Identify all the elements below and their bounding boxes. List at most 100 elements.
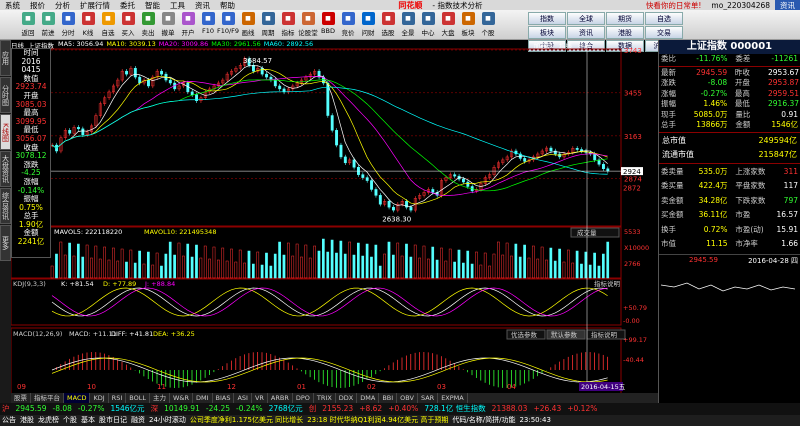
ticker-item-1[interactable]: 港股 xyxy=(20,415,34,426)
alert-link[interactable]: 快看你的日常单! xyxy=(641,0,707,11)
quote-value: 797 xyxy=(783,195,798,205)
news-tab[interactable]: 资讯 xyxy=(775,0,800,11)
toolbar-button-18[interactable]: ■ 选股 xyxy=(378,10,398,38)
nav-button-5[interactable]: 资讯 xyxy=(567,26,605,39)
menu-item-system[interactable]: 系统 xyxy=(0,0,25,11)
indicator-tab-12[interactable]: ARBR xyxy=(268,393,293,403)
left-tab-5[interactable]: 更多 xyxy=(0,225,11,261)
indicator-tab-15[interactable]: DDX xyxy=(336,393,358,403)
toolbar-button-20[interactable]: ■ 中心 xyxy=(418,10,438,38)
candle xyxy=(466,181,470,187)
volume-bar xyxy=(273,253,277,279)
toolbar-button-16[interactable]: ■ 竞价 xyxy=(338,10,358,38)
menu-item-help[interactable]: 帮助 xyxy=(215,0,240,11)
left-tab-1[interactable]: 分时图 xyxy=(0,77,11,113)
indicator-tab-14[interactable]: TRIX xyxy=(314,393,336,403)
indicator-tab-4[interactable]: RSI xyxy=(109,393,127,403)
toolbar-button-3[interactable]: ■ K线 xyxy=(78,10,98,38)
toolbar-button-8[interactable]: ■ 开户 xyxy=(178,10,198,38)
toolbar-button-7[interactable]: ■ 撤单 xyxy=(158,10,178,38)
nav-button-2[interactable]: 期货 xyxy=(606,12,644,25)
ticker-item-5[interactable]: 股市日记 xyxy=(99,415,127,426)
indicator-tab-11[interactable]: VR xyxy=(252,393,268,403)
left-tab-2[interactable]: K线图 xyxy=(0,114,11,150)
toolbar-button-19[interactable]: ■ 全景 xyxy=(398,10,418,38)
volume-bar xyxy=(567,249,570,279)
ticker-item-11[interactable]: 23:50:43 xyxy=(519,415,550,426)
indicator-tab-13[interactable]: DPO xyxy=(293,393,314,403)
toolbar-button-23[interactable]: ■ 个股 xyxy=(478,10,498,38)
x-tick-label: 04 xyxy=(507,383,516,391)
menu-item-analysis[interactable]: 分析 xyxy=(50,0,75,11)
toolbar-button-0[interactable]: ■ 返回 xyxy=(18,10,38,38)
candle xyxy=(523,158,527,162)
toolbar-button-label: 问财 xyxy=(361,29,375,37)
menu-item-order[interactable]: 委托 xyxy=(115,0,140,11)
indicator-tab-5[interactable]: BOLL xyxy=(126,393,150,403)
ticker-item-0[interactable]: 公告 xyxy=(2,415,16,426)
toolbar-button-14[interactable]: ■ 论股堂 xyxy=(298,10,318,38)
ticker-item-10[interactable]: 代码/名称/简拼/功能 xyxy=(452,415,515,426)
toolbar-button-22[interactable]: ■ 板块 xyxy=(458,10,478,38)
toolbar-button-6[interactable]: ■ 卖出 xyxy=(138,10,158,38)
toolbar-button-15[interactable]: ■ BBD xyxy=(318,10,338,38)
indicator-tab-20[interactable]: EXPMA xyxy=(438,393,468,403)
left-tab-4[interactable]: 综合资讯 xyxy=(0,188,11,224)
toolbar-button-5[interactable]: ■ 买入 xyxy=(118,10,138,38)
ticker-item-6[interactable]: 融资 xyxy=(131,415,145,426)
ticker-item-9[interactable]: 23:18 时代华纳Q1利润4.94亿美元 高于预期 xyxy=(307,415,448,426)
indicator-tab-1[interactable]: 指标平台 xyxy=(31,393,64,403)
volume-bar xyxy=(300,256,303,279)
volume-bar xyxy=(151,264,155,279)
toolbar-button-4[interactable]: ■ 自选 xyxy=(98,10,118,38)
ticker-item-7[interactable]: 24小时滚动 xyxy=(149,415,186,426)
toolbar-button-13[interactable]: ■ 指标 xyxy=(278,10,298,38)
left-tab-0[interactable]: 应用 xyxy=(0,40,11,76)
indicator-tab-2[interactable]: MACD xyxy=(64,393,91,403)
volume-bar xyxy=(606,241,610,279)
indicator-tab-7[interactable]: W&R xyxy=(170,393,193,403)
indicator-tab-18[interactable]: OBV xyxy=(397,393,418,403)
indicator-tab-0[interactable]: 股票 xyxy=(11,393,31,403)
candle xyxy=(168,79,172,84)
toolbar-button-1[interactable]: ■ 前进 xyxy=(38,10,58,38)
toolbar-button-2[interactable]: ■ 分时 xyxy=(58,10,78,38)
nav-button-0[interactable]: 指数 xyxy=(528,12,566,25)
toolbar-button-11[interactable]: ■ 画线 xyxy=(238,10,258,38)
toolbar-button-21[interactable]: ■ 大盘 xyxy=(438,10,458,38)
ticker-item-2[interactable]: 龙虎榜 xyxy=(38,415,59,426)
indicator-tab-10[interactable]: ASI xyxy=(234,393,252,403)
nav-button-1[interactable]: 全球 xyxy=(567,12,605,25)
menu-item-news[interactable]: 资讯 xyxy=(190,0,215,11)
quote-label: 买金额 xyxy=(661,210,684,219)
kline-chart[interactable]: 3684.57 2638.30 3743 3455 3163 28742924 2872 MA… xyxy=(11,40,658,393)
user-name[interactable]: mo_220304268 xyxy=(706,1,775,10)
indicator-tab-9[interactable]: BIAS xyxy=(213,393,235,403)
indicator-tab-16[interactable]: DMA xyxy=(357,393,380,403)
toolbar-button-9[interactable]: ■ F10 xyxy=(198,10,218,38)
indicator-tab-19[interactable]: SAR xyxy=(418,393,439,403)
menu-item-tools[interactable]: 工具 xyxy=(165,0,190,11)
toolbar-button-10[interactable]: ■ F10/F9 xyxy=(217,10,239,38)
quote-value: 34.28亿 xyxy=(698,195,728,205)
indicator-tab-3[interactable]: KDJ xyxy=(90,393,109,403)
ticker-item-8[interactable]: 公司季度净利1.175亿美元 同比增长 xyxy=(190,415,303,426)
ticker-item-4[interactable]: 基本 xyxy=(81,415,95,426)
market-label: 总市值 xyxy=(662,135,686,145)
nav-button-7[interactable]: 交易 xyxy=(645,26,683,39)
indicator-tab-6[interactable]: 主力 xyxy=(150,393,170,403)
toolbar-button-12[interactable]: ■ 周期 xyxy=(258,10,278,38)
left-tab-3[interactable]: 大盘资讯 xyxy=(0,151,11,187)
indicator-tab-8[interactable]: DMI xyxy=(193,393,213,403)
menu-item-ext-quote[interactable]: 扩展行情 xyxy=(75,0,115,11)
market-value: 249594亿 xyxy=(758,135,797,145)
nav-button-3[interactable]: 自选 xyxy=(645,12,683,25)
quote-label: 开盘 xyxy=(734,78,750,87)
ticker-item-3[interactable]: 个股 xyxy=(63,415,77,426)
nav-button-6[interactable]: 港股 xyxy=(606,26,644,39)
indicator-tab-17[interactable]: BBI xyxy=(379,393,398,403)
menu-item-quote[interactable]: 报价 xyxy=(25,0,50,11)
menu-item-smart[interactable]: 智能 xyxy=(140,0,165,11)
nav-button-4[interactable]: 板块 xyxy=(528,26,566,39)
toolbar-button-17[interactable]: ■ 问财 xyxy=(358,10,378,38)
